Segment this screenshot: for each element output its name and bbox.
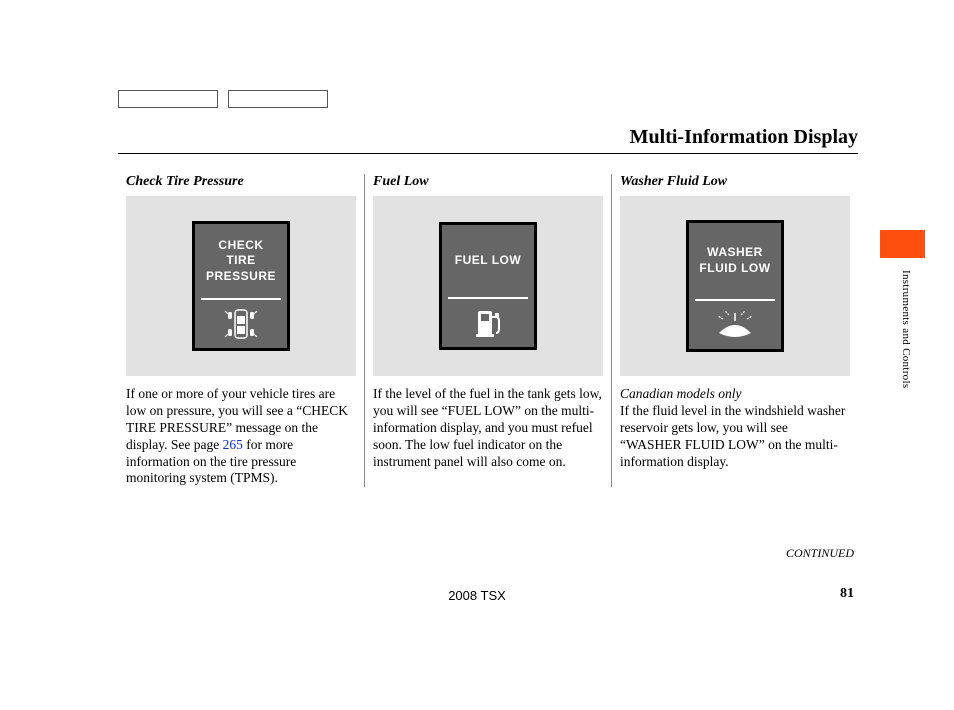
- column-washer-fluid: Washer Fluid Low WASHER FLUID LOW: [611, 174, 858, 487]
- column-tire-pressure: Check Tire Pressure CHECK TIRE PRESSURE: [118, 174, 364, 487]
- display-unit: CHECK TIRE PRESSURE: [192, 221, 290, 352]
- display-unit: FUEL LOW: [439, 222, 537, 350]
- column-heading: Check Tire Pressure: [126, 174, 356, 190]
- display-message: FUEL LOW: [442, 225, 534, 297]
- continued-label: CONTINUED: [786, 546, 854, 561]
- footer-model-year: 2008 TSX: [448, 588, 506, 603]
- title-row: Multi-Information Display: [118, 126, 858, 154]
- illustration-panel: FUEL LOW: [373, 196, 603, 376]
- body-text: If the fluid level in the windshield was…: [620, 403, 845, 469]
- page-reference-link[interactable]: 265: [223, 437, 243, 452]
- content-columns: Check Tire Pressure CHECK TIRE PRESSURE: [118, 174, 858, 487]
- blank-tab: [228, 90, 328, 108]
- fuel-pump-icon: [442, 299, 534, 347]
- column-body: If one or more of your vehicle tires are…: [126, 386, 356, 487]
- manual-page: Multi-Information Display Check Tire Pre…: [118, 90, 858, 487]
- illustration-panel: CHECK TIRE PRESSURE: [126, 196, 356, 376]
- column-body: If the level of the fuel in the tank get…: [373, 386, 603, 470]
- display-unit: WASHER FLUID LOW: [686, 220, 784, 351]
- footer-page-number: 81: [840, 586, 854, 602]
- column-fuel-low: Fuel Low FUEL LOW: [364, 174, 611, 487]
- model-note: Canadian models only: [620, 386, 742, 401]
- blank-tab: [118, 90, 218, 108]
- section-color-tab: [880, 230, 925, 258]
- section-side-label: Instruments and Controls: [900, 270, 912, 388]
- tire-pressure-icon: [195, 300, 287, 348]
- blank-tabs-row: [118, 90, 858, 108]
- display-message: WASHER FLUID LOW: [689, 223, 781, 298]
- column-heading: Fuel Low: [373, 174, 603, 190]
- illustration-panel: WASHER FLUID LOW: [620, 196, 850, 376]
- page-title: Multi-Information Display: [630, 126, 858, 149]
- display-message: CHECK TIRE PRESSURE: [195, 224, 287, 299]
- washer-fluid-icon: [689, 301, 781, 349]
- column-heading: Washer Fluid Low: [620, 174, 850, 190]
- column-body: Canadian models only If the fluid level …: [620, 386, 850, 470]
